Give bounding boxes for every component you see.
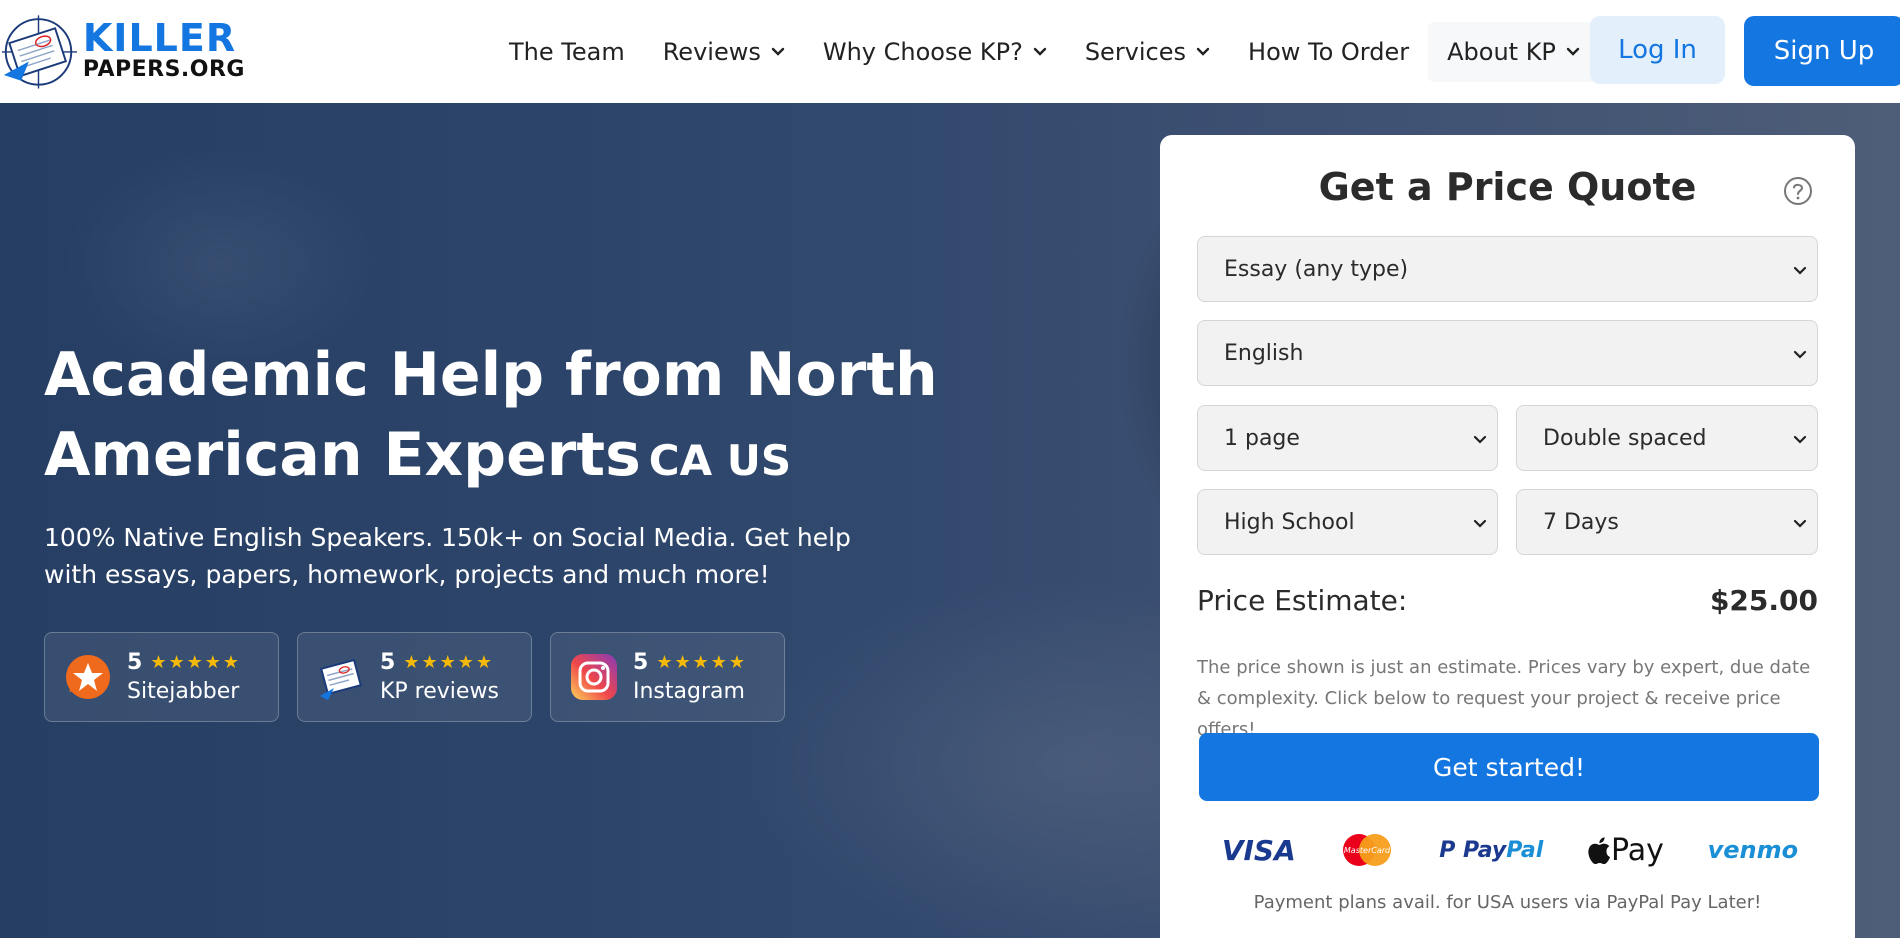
- badge-name: KP reviews: [380, 679, 499, 704]
- rating-value: 5: [633, 650, 649, 675]
- paypal-text-b: Pal: [1506, 837, 1544, 863]
- nav-item-the-team[interactable]: The Team: [490, 22, 644, 82]
- nav-label: How To Order: [1248, 37, 1410, 66]
- apple-pay-icon: Pay: [1587, 833, 1664, 868]
- apple-logo-icon: [1588, 837, 1611, 864]
- badge-kp-reviews[interactable]: 5 ★★★★★ KP reviews: [297, 632, 532, 722]
- chevron-down-icon: [1566, 47, 1580, 56]
- hero-title: Academic Help from North American Expert…: [44, 335, 944, 501]
- chevron-down-icon: [1793, 519, 1807, 528]
- paypal-text-a: Pay: [1462, 837, 1507, 863]
- logo-emblem-icon: [1, 15, 78, 89]
- chevron-down-icon: [1473, 519, 1487, 528]
- nav-item-reviews[interactable]: Reviews: [644, 22, 804, 82]
- login-button[interactable]: Log In: [1590, 16, 1725, 84]
- logo-wordmark: KILLER PAPERS.ORG: [83, 19, 245, 81]
- chevron-down-icon: [1473, 435, 1487, 444]
- star-rating-icon: ★★★★★: [403, 652, 494, 673]
- badge-text: 5 ★★★★★ KP reviews: [380, 650, 499, 704]
- subject-select[interactable]: English: [1197, 320, 1818, 386]
- price-quote-card: Get a Price Quote Essay (any type) Engli…: [1160, 135, 1855, 938]
- spacing-select[interactable]: Double spaced: [1516, 405, 1818, 471]
- price-disclaimer: The price shown is just an estimate. Pri…: [1197, 657, 1811, 740]
- badge-text: 5 ★★★★★ Instagram: [633, 650, 747, 704]
- select-value: 1 page: [1224, 425, 1300, 451]
- site-logo[interactable]: KILLER PAPERS.ORG: [0, 10, 245, 90]
- apple-pay-text: Pay: [1611, 832, 1664, 868]
- get-started-button[interactable]: Get started!: [1199, 733, 1819, 801]
- chevron-down-icon: [1793, 435, 1807, 444]
- sitejabber-icon: [66, 655, 110, 699]
- select-value: English: [1224, 340, 1304, 366]
- payment-methods: VISA MasterCard P PayPal Pay venmo: [1200, 825, 1820, 875]
- badge-instagram[interactable]: 5 ★★★★★ Instagram: [550, 632, 785, 722]
- star-rating-icon: ★★★★★: [150, 652, 241, 673]
- pages-select[interactable]: 1 page: [1197, 405, 1498, 471]
- chevron-down-icon: [771, 47, 785, 56]
- nav-label: About KP: [1447, 37, 1556, 66]
- nav-label: Services: [1084, 37, 1187, 66]
- mastercard-text: MasterCard: [1344, 846, 1391, 855]
- country-flags: CA US: [648, 436, 792, 485]
- badge-text: 5 ★★★★★ Sitejabber: [127, 650, 241, 704]
- select-value: High School: [1224, 509, 1355, 535]
- badge-name: Sitejabber: [127, 679, 240, 704]
- paypal-mark: P: [1439, 837, 1456, 863]
- mastercard-icon: MasterCard: [1343, 834, 1391, 866]
- select-value: Double spaced: [1543, 425, 1707, 451]
- chevron-down-icon: [1196, 47, 1210, 56]
- logo-line1: KILLER: [82, 16, 237, 60]
- nav-label: The Team: [509, 37, 625, 66]
- hero-title-line2: American Experts: [44, 420, 641, 490]
- nav-label: Why Choose KP?: [822, 37, 1023, 66]
- nav-item-how-to-order[interactable]: How To Order: [1229, 22, 1428, 82]
- rating-value: 5: [380, 650, 396, 675]
- instagram-icon: [571, 654, 617, 700]
- badge-rating: 5 ★★★★★: [127, 650, 241, 675]
- payment-plans-note: Payment plans avail. for USA users via P…: [1253, 892, 1762, 913]
- rating-value: 5: [127, 650, 143, 675]
- kp-reviews-icon: [319, 658, 363, 700]
- paypal-icon: P PayPal: [1439, 838, 1543, 863]
- badge-rating: 5 ★★★★★: [633, 650, 747, 675]
- nav-item-services[interactable]: Services: [1066, 22, 1229, 82]
- deadline-select[interactable]: 7 Days: [1516, 489, 1818, 555]
- site-header: KILLER PAPERS.ORG The Team Reviews Why C…: [0, 0, 1900, 103]
- nav-item-about-kp[interactable]: About KP: [1428, 21, 1599, 82]
- signup-button[interactable]: Sign Up: [1744, 16, 1900, 86]
- chevron-down-icon: [1033, 47, 1047, 56]
- paper-type-select[interactable]: Essay (any type): [1197, 236, 1818, 302]
- logo-line2: PAPERS.ORG: [82, 57, 245, 82]
- badge-name: Instagram: [633, 679, 745, 704]
- help-icon[interactable]: [1783, 176, 1813, 206]
- quote-title: Get a Price Quote: [1318, 165, 1697, 209]
- chevron-down-icon: [1793, 350, 1807, 359]
- price-estimate-label: Price Estimate:: [1197, 584, 1408, 617]
- select-value: 7 Days: [1543, 509, 1619, 535]
- badge-sitejabber[interactable]: 5 ★★★★★ Sitejabber: [44, 632, 279, 722]
- nav-item-why-choose-kp[interactable]: Why Choose KP?: [804, 22, 1066, 82]
- venmo-icon: venmo: [1707, 836, 1799, 864]
- star-rating-icon: ★★★★★: [656, 652, 747, 673]
- academic-level-select[interactable]: High School: [1197, 489, 1498, 555]
- hero-subtitle: 100% Native English Speakers. 150k+ on S…: [44, 523, 851, 589]
- nav-label: Reviews: [662, 37, 761, 66]
- main-nav: The Team Reviews Why Choose KP? Services…: [490, 0, 1599, 103]
- select-value: Essay (any type): [1224, 256, 1409, 282]
- price-estimate-value: $25.00: [1709, 584, 1818, 617]
- rating-badges: 5 ★★★★★ Sitejabber 5 ★★★★★ KP reviews 5 …: [44, 632, 785, 722]
- visa-icon: VISA: [1221, 833, 1296, 867]
- chevron-down-icon: [1793, 266, 1807, 275]
- badge-rating: 5 ★★★★★: [380, 650, 499, 675]
- hero-title-line1: Academic Help from North: [44, 340, 938, 410]
